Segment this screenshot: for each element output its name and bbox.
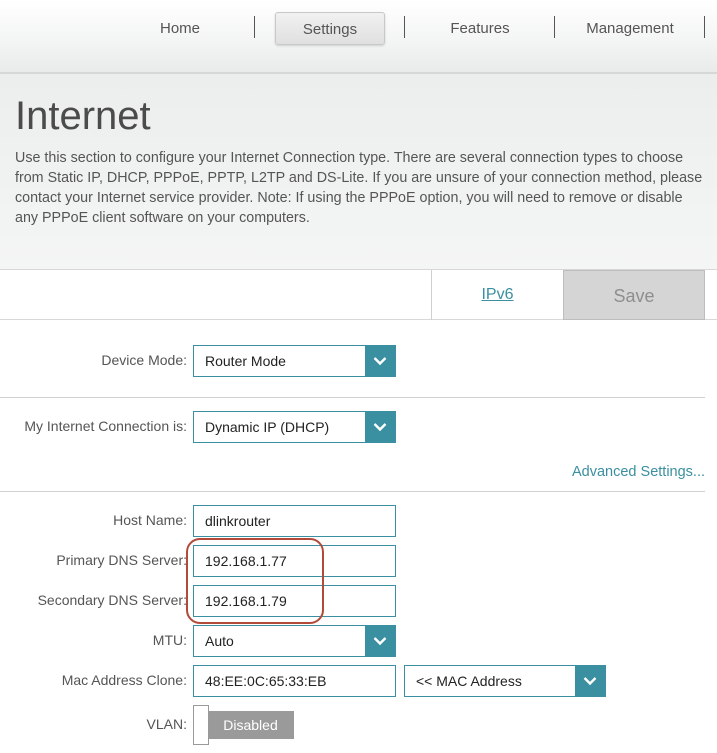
device-mode-value: Router Mode: [205, 353, 286, 369]
page-header: Internet Use this section to configure y…: [0, 74, 717, 270]
vlan-toggle-state: Disabled: [207, 711, 294, 739]
device-mode-select[interactable]: Router Mode: [193, 345, 396, 377]
section-divider: [0, 397, 705, 398]
mtu-label: MTU:: [152, 632, 187, 648]
page-description: Use this section to configure your Inter…: [15, 150, 703, 226]
nav-separator: [554, 16, 555, 38]
device-mode-label: Device Mode:: [101, 352, 187, 368]
connection-type-select[interactable]: Dynamic IP (DHCP): [193, 411, 396, 443]
mac-clone-label: Mac Address Clone:: [61, 672, 187, 688]
vlan-label: VLAN:: [146, 716, 187, 732]
nav-separator: [404, 16, 405, 38]
nav-home[interactable]: Home: [130, 12, 230, 45]
page-title: Internet: [15, 94, 151, 138]
secondary-dns-label: Secondary DNS Server:: [37, 592, 187, 608]
action-bar: IPv6 Save: [0, 270, 717, 320]
primary-dns-input[interactable]: 192.168.1.77: [193, 545, 396, 577]
nav-separator: [704, 16, 705, 38]
nav-management[interactable]: Management: [575, 12, 685, 45]
host-name-label: Host Name:: [113, 512, 187, 528]
connection-type-value: Dynamic IP (DHCP): [205, 419, 330, 435]
mac-address-input[interactable]: 48:EE:0C:65:33:EB: [193, 665, 396, 697]
mac-address-select-value: << MAC Address: [416, 673, 522, 689]
chevron-down-icon: [575, 666, 605, 696]
host-name-input[interactable]: dlinkrouter: [193, 505, 396, 537]
chevron-down-icon: [365, 412, 395, 442]
chevron-down-icon: [365, 626, 395, 656]
section-divider: [0, 491, 705, 492]
vlan-toggle[interactable]: Disabled: [193, 705, 294, 745]
vlan-toggle-knob[interactable]: [193, 705, 209, 745]
advanced-settings-link[interactable]: Advanced Settings...: [572, 464, 705, 480]
nav-separator: [254, 16, 255, 38]
secondary-dns-input[interactable]: 192.168.1.79: [193, 585, 396, 617]
primary-dns-label: Primary DNS Server:: [56, 552, 187, 568]
nav-features[interactable]: Features: [425, 12, 535, 45]
mtu-value: Auto: [205, 633, 234, 649]
nav-settings[interactable]: Settings: [275, 12, 385, 45]
chevron-down-icon: [365, 346, 395, 376]
connection-type-label: My Internet Connection is:: [24, 418, 187, 434]
save-button[interactable]: Save: [563, 270, 705, 320]
mtu-select[interactable]: Auto: [193, 625, 396, 657]
mac-address-select[interactable]: << MAC Address: [404, 665, 606, 697]
top-navigation: Home Settings Features Management: [0, 0, 717, 74]
ipv6-link[interactable]: IPv6: [431, 270, 563, 320]
